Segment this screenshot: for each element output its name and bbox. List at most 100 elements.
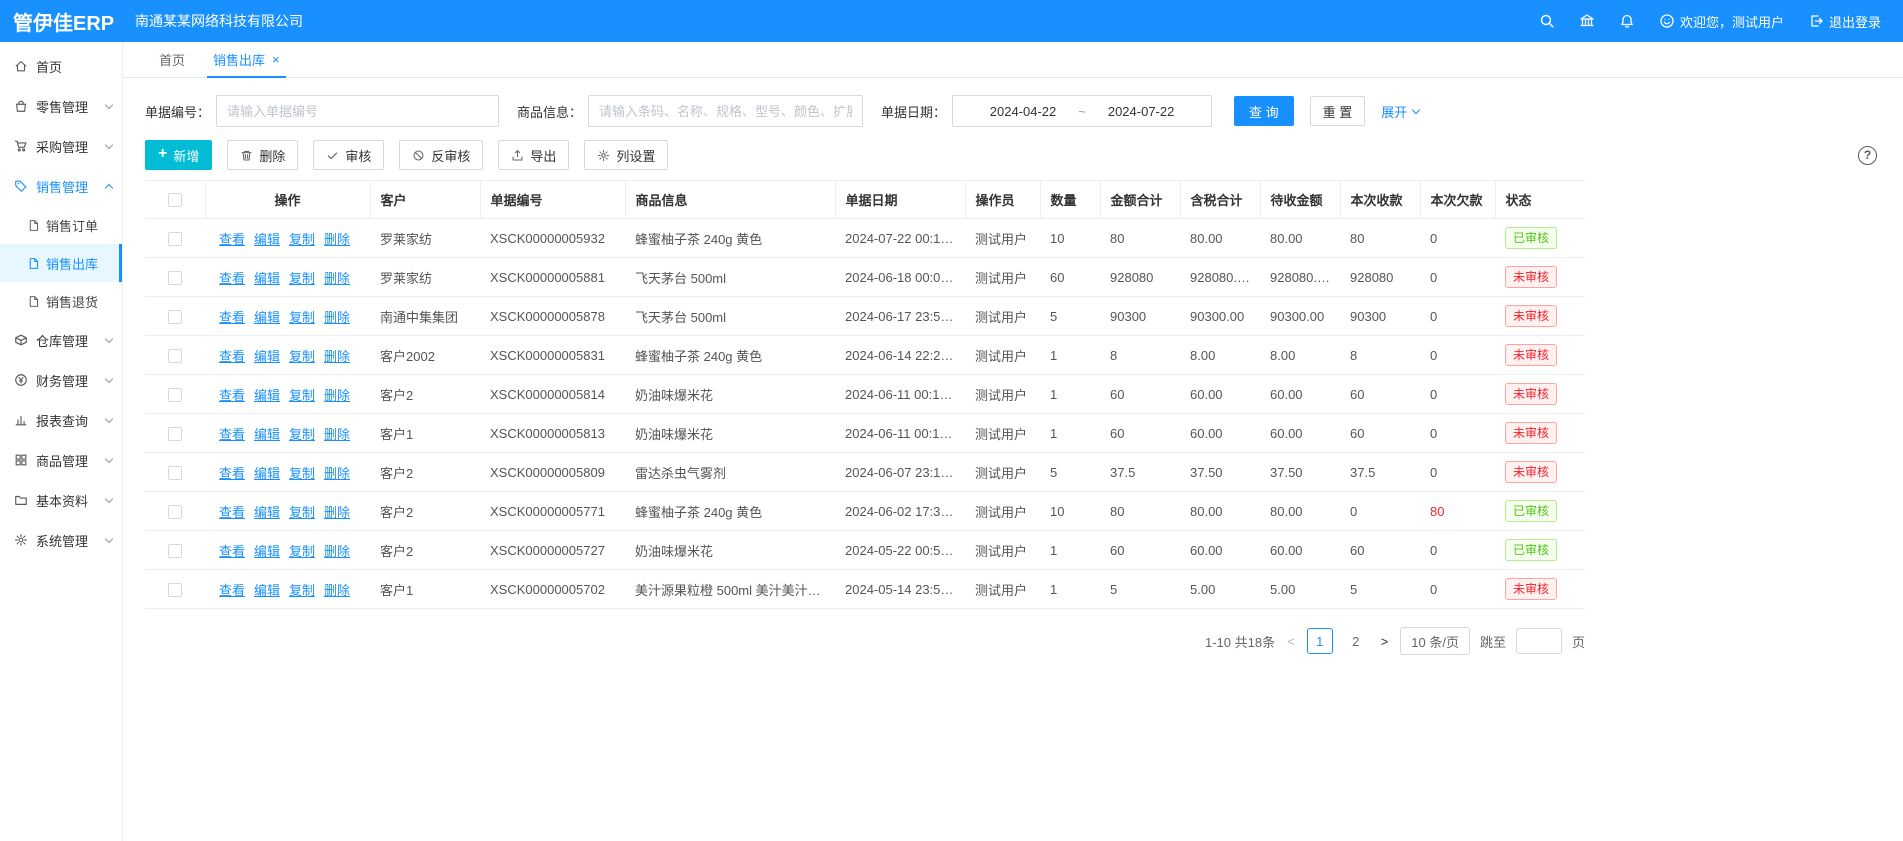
row-action-copy[interactable]: 复制	[289, 271, 315, 286]
row-action-copy[interactable]: 复制	[289, 388, 315, 403]
sidebar-item-product[interactable]: 商品管理	[0, 440, 122, 480]
date-to[interactable]: 2024-07-22	[1108, 104, 1175, 119]
sidebar-item-basic-data[interactable]: 基本资料	[0, 480, 122, 520]
row-action-copy[interactable]: 复制	[289, 505, 315, 520]
row-checkbox[interactable]	[168, 583, 182, 597]
tab-home[interactable]: 首页	[145, 42, 199, 77]
logout-button[interactable]: 退出登录	[1808, 12, 1881, 31]
sidebar-item-sales-return[interactable]: 销售退货	[0, 282, 122, 320]
page-2-button[interactable]: 2	[1343, 628, 1369, 654]
row-action-view[interactable]: 查看	[219, 427, 245, 442]
row-checkbox[interactable]	[168, 232, 182, 246]
row-action-view[interactable]: 查看	[219, 349, 245, 364]
row-action-delete[interactable]: 删除	[324, 388, 350, 403]
next-page-button[interactable]: >	[1379, 634, 1391, 649]
expand-link[interactable]: 展开	[1381, 102, 1419, 121]
prev-page-button[interactable]: <	[1285, 634, 1297, 649]
sidebar-item-finance[interactable]: 财务管理	[0, 360, 122, 400]
close-icon[interactable]: ×	[272, 53, 280, 66]
row-action-delete[interactable]: 删除	[324, 232, 350, 247]
row-action-edit[interactable]: 编辑	[254, 349, 280, 364]
bill-no-input[interactable]	[216, 95, 499, 127]
row-action-delete[interactable]: 删除	[324, 349, 350, 364]
cell-operator: 测试用户	[965, 570, 1040, 609]
row-action-view[interactable]: 查看	[219, 271, 245, 286]
row-action-delete[interactable]: 删除	[324, 427, 350, 442]
row-action-edit[interactable]: 编辑	[254, 544, 280, 559]
sidebar-item-purchase[interactable]: 采购管理	[0, 126, 122, 166]
row-action-edit[interactable]: 编辑	[254, 427, 280, 442]
date-from[interactable]: 2024-04-22	[990, 104, 1057, 119]
row-action-view[interactable]: 查看	[219, 466, 245, 481]
row-checkbox[interactable]	[168, 505, 182, 519]
sidebar-item-warehouse[interactable]: 仓库管理	[0, 320, 122, 360]
row-actions: 查看编辑复制删除	[205, 492, 370, 531]
row-checkbox[interactable]	[168, 310, 182, 324]
sidebar-item-system[interactable]: 系统管理	[0, 520, 122, 560]
search-button[interactable]: 查 询	[1234, 96, 1294, 126]
row-action-copy[interactable]: 复制	[289, 583, 315, 598]
row-action-delete[interactable]: 删除	[324, 466, 350, 481]
row-action-copy[interactable]: 复制	[289, 232, 315, 247]
row-action-view[interactable]: 查看	[219, 583, 245, 598]
row-action-edit[interactable]: 编辑	[254, 232, 280, 247]
column-settings-button[interactable]: 列设置	[584, 140, 668, 170]
col-bill-no: 单据编号	[480, 181, 625, 219]
row-action-delete[interactable]: 删除	[324, 271, 350, 286]
finance-icon	[14, 373, 28, 387]
sidebar-item-sales-outbound[interactable]: 销售出库	[0, 244, 122, 282]
row-action-copy[interactable]: 复制	[289, 466, 315, 481]
row-action-copy[interactable]: 复制	[289, 544, 315, 559]
add-button[interactable]: + 新增	[145, 140, 212, 170]
row-checkbox[interactable]	[168, 466, 182, 480]
page-1-button[interactable]: 1	[1307, 628, 1333, 654]
cell-qty: 10	[1040, 492, 1100, 531]
select-all-checkbox[interactable]	[168, 193, 182, 207]
jump-page-input[interactable]	[1516, 628, 1562, 654]
row-action-edit[interactable]: 编辑	[254, 388, 280, 403]
row-action-delete[interactable]: 删除	[324, 544, 350, 559]
row-action-delete[interactable]: 删除	[324, 583, 350, 598]
audit-button[interactable]: 审核	[313, 140, 384, 170]
row-checkbox[interactable]	[168, 349, 182, 363]
row-action-view[interactable]: 查看	[219, 505, 245, 520]
pagination-total: 1-10 共18条	[1205, 632, 1275, 651]
row-action-view[interactable]: 查看	[219, 544, 245, 559]
row-checkbox[interactable]	[168, 427, 182, 441]
product-info-input[interactable]	[588, 95, 863, 127]
bell-icon[interactable]	[1619, 13, 1635, 29]
export-button[interactable]: 导出	[498, 140, 569, 170]
sidebar-item-report[interactable]: 报表查询	[0, 400, 122, 440]
row-action-delete[interactable]: 删除	[324, 310, 350, 325]
welcome-user[interactable]: 欢迎您，测试用户	[1659, 12, 1784, 31]
sidebar-item-sales-order[interactable]: 销售订单	[0, 206, 122, 244]
sidebar-item-home[interactable]: 首页	[0, 46, 122, 86]
page-size-select[interactable]: 10 条/页	[1400, 627, 1470, 655]
row-action-edit[interactable]: 编辑	[254, 271, 280, 286]
building-icon[interactable]	[1579, 13, 1595, 29]
row-action-view[interactable]: 查看	[219, 388, 245, 403]
reset-button[interactable]: 重 置	[1310, 96, 1366, 126]
row-action-copy[interactable]: 复制	[289, 310, 315, 325]
row-action-view[interactable]: 查看	[219, 310, 245, 325]
row-action-copy[interactable]: 复制	[289, 427, 315, 442]
help-icon[interactable]: ?	[1858, 146, 1877, 165]
row-action-edit[interactable]: 编辑	[254, 466, 280, 481]
unaudit-button[interactable]: 反审核	[399, 140, 483, 170]
row-action-edit[interactable]: 编辑	[254, 310, 280, 325]
sidebar-item-retail[interactable]: 零售管理	[0, 86, 122, 126]
row-checkbox[interactable]	[168, 388, 182, 402]
row-action-edit[interactable]: 编辑	[254, 583, 280, 598]
row-action-delete[interactable]: 删除	[324, 505, 350, 520]
row-checkbox[interactable]	[168, 544, 182, 558]
delete-button[interactable]: 删除	[227, 140, 298, 170]
row-action-edit[interactable]: 编辑	[254, 505, 280, 520]
sidebar-item-sales[interactable]: 销售管理	[0, 166, 122, 206]
tab-sales-outbound[interactable]: 销售出库 ×	[199, 42, 294, 77]
row-checkbox[interactable]	[168, 271, 182, 285]
row-action-view[interactable]: 查看	[219, 232, 245, 247]
col-product: 商品信息	[625, 181, 835, 219]
date-range-picker[interactable]: 2024-04-22 ~ 2024-07-22	[952, 95, 1212, 127]
search-icon[interactable]	[1539, 13, 1555, 29]
row-action-copy[interactable]: 复制	[289, 349, 315, 364]
